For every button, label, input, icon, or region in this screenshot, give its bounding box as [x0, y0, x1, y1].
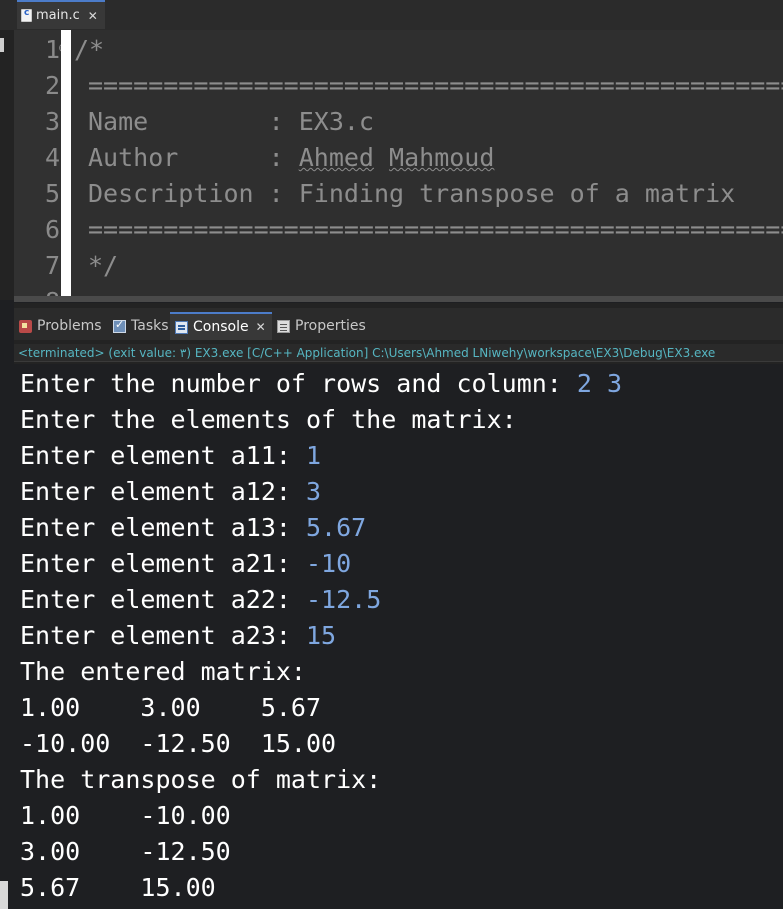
- console-output-text: 1.00 -10.00: [20, 801, 231, 830]
- console-user-input: 15: [305, 621, 337, 650]
- code-line-1: /*: [74, 35, 105, 64]
- console-line: Enter the number of rows and column: 2 3: [20, 366, 622, 402]
- console-line: Enter element a22: -12.5: [20, 582, 381, 618]
- line-number: 2: [44, 71, 60, 100]
- tab-label: Tasks: [131, 318, 169, 334]
- console-line: The transpose of matrix:: [20, 762, 381, 798]
- console-line: Enter the elements of the matrix:: [20, 402, 517, 438]
- console-output-text: Enter element a21:: [20, 549, 306, 578]
- console-line: Enter element a21: -10: [20, 546, 351, 582]
- properties-icon: [277, 319, 290, 333]
- editor-tab-bar: main.c ✕: [0, 0, 783, 31]
- console-line: The entered matrix:: [20, 654, 306, 690]
- code-line-3: Name : EX3.c: [88, 107, 374, 136]
- line-number: 3: [44, 107, 60, 136]
- console-output-text: Enter element a11:: [20, 441, 306, 470]
- author-space: [374, 143, 389, 172]
- gutter-marker: [0, 38, 4, 52]
- overview-ruler: [61, 30, 71, 300]
- console-line: Enter element a11: 1: [20, 438, 321, 474]
- spell-error-last-name: Mahmoud: [389, 143, 495, 172]
- tab-label: Problems: [37, 318, 102, 334]
- line-number: 7: [44, 251, 60, 280]
- line-number: 4: [44, 143, 60, 172]
- console-user-input: 3: [305, 477, 322, 506]
- line-number: 5: [44, 179, 60, 208]
- console-line: 1.00 3.00 5.67: [20, 690, 321, 726]
- console-panel: Problems Tasks Console ✕ Properties <ter…: [14, 303, 783, 909]
- console-status-line: <terminated> (exit value: ٣) EX3.exe [C/…: [14, 344, 783, 362]
- tab-properties[interactable]: Properties: [272, 312, 371, 340]
- console-line: 5.67 15.00: [20, 870, 216, 906]
- code-line-2: ========================================…: [88, 71, 783, 100]
- console-line: 3.00 -12.50: [20, 834, 231, 870]
- line-number-ruler: 1 2 3 4 5 6 7 8: [14, 30, 60, 300]
- spell-error-first-name: Ahmed: [298, 143, 374, 172]
- tab-label: Properties: [295, 318, 366, 334]
- author-prefix: Author :: [88, 143, 299, 172]
- editor-tab-label: main.c: [36, 8, 80, 23]
- console-output[interactable]: Enter the number of rows and column: 2 3…: [14, 364, 783, 909]
- scrollbar-stub[interactable]: [0, 881, 8, 909]
- console-line: -10.00 -12.50 15.00: [20, 726, 336, 762]
- left-gutter-strip: [0, 30, 14, 300]
- console-output-text: Enter element a22:: [20, 585, 306, 614]
- console-output-text: 1.00 3.00 5.67: [20, 693, 322, 722]
- console-output-text: 3.00 -12.50: [20, 837, 231, 866]
- tab-tasks[interactable]: Tasks: [108, 312, 174, 340]
- console-output-text: -10.00 -12.50 15.00: [20, 729, 337, 758]
- console-user-input: 5.67: [305, 513, 367, 542]
- code-line-4: Author : Ahmed Mahmoud: [88, 140, 494, 176]
- console-line: Enter element a13: 5.67: [20, 510, 366, 546]
- close-icon[interactable]: ✕: [256, 320, 266, 334]
- console-user-input: -12.5: [305, 585, 382, 614]
- code-line-6: ========================================…: [88, 215, 783, 244]
- tasks-icon: [113, 318, 126, 333]
- console-output-text: Enter element a23:: [20, 621, 306, 650]
- line-number: 6: [44, 215, 60, 244]
- code-line-5: Description : Finding transpose of a mat…: [88, 179, 736, 208]
- console-output-text: 5.67 15.00: [20, 873, 216, 902]
- view-tab-bar: Problems Tasks Console ✕ Properties: [14, 308, 783, 340]
- console-output-text: Enter element a12:: [20, 477, 306, 506]
- code-editor[interactable]: 1 2 3 4 5 6 7 8 ⊖ /* ===================…: [14, 30, 783, 300]
- console-user-input: -10: [305, 549, 352, 578]
- console-output-text: The transpose of matrix:: [20, 765, 382, 794]
- c-file-icon: [21, 8, 32, 22]
- console-output-text: The entered matrix:: [20, 657, 306, 686]
- console-output-text: Enter the elements of the matrix:: [20, 405, 517, 434]
- console-line: 1.00 -10.00: [20, 798, 231, 834]
- tab-label: Console: [193, 319, 249, 335]
- console-line: Enter element a12: 3: [20, 474, 321, 510]
- tab-console[interactable]: Console ✕: [170, 312, 272, 340]
- console-user-input: 1: [305, 441, 322, 470]
- console-line: Enter element a23: 15: [20, 618, 336, 654]
- editor-tab-main-c[interactable]: main.c ✕: [17, 0, 105, 29]
- console-icon: [175, 320, 188, 334]
- editor-horizontal-scrollbar[interactable]: [14, 296, 783, 302]
- console-user-input: 2 3: [576, 369, 623, 398]
- close-icon[interactable]: ✕: [88, 9, 98, 23]
- tab-problems[interactable]: Problems: [14, 312, 107, 340]
- code-line-7: */: [88, 251, 119, 280]
- problems-icon: [19, 319, 32, 333]
- console-output-text: Enter the number of rows and column:: [20, 369, 577, 398]
- line-number: 1: [44, 35, 60, 64]
- console-output-text: Enter element a13:: [20, 513, 306, 542]
